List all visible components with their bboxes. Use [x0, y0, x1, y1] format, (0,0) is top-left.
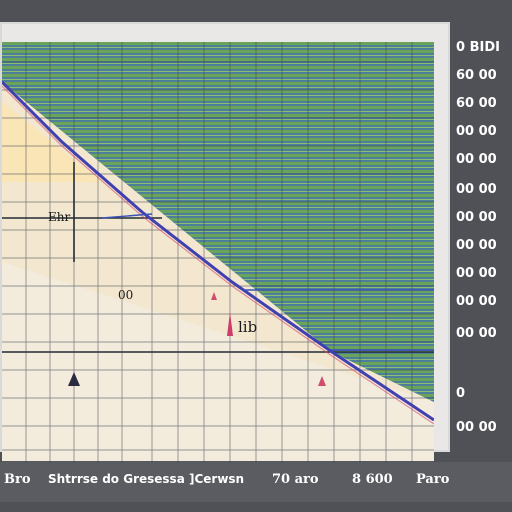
value-label[interactable]: 8 600 — [352, 472, 393, 487]
mid-label[interactable]: 70 aro — [272, 472, 319, 487]
app-frame: Ehr 00 lib 0 BIDI 60 00 60 00 00 00 00 0… — [0, 0, 512, 512]
axis-tick-label: 0 — [456, 386, 466, 401]
marker-label: 00 — [118, 288, 134, 302]
axis-tick-label: 00 00 — [456, 152, 497, 167]
marker-label: Ehr — [48, 210, 71, 224]
axis-tick-label: 00 00 — [456, 266, 497, 281]
axis-tick-label: 00 00 — [456, 326, 497, 341]
right-axis: 0 BIDI 60 00 60 00 00 00 00 00 00 00 00 … — [450, 22, 512, 452]
right-label[interactable]: Paro — [416, 472, 449, 487]
marker-label: lib — [238, 318, 258, 336]
left-label[interactable]: Bro — [4, 472, 31, 487]
axis-top-label: 0 BIDI — [456, 40, 500, 55]
axis-tick-label: 00 00 — [456, 182, 497, 197]
plot-window: Ehr 00 lib — [0, 22, 450, 464]
center-label[interactable]: Shtrrse do Gresessa ]Cerwsn — [48, 472, 244, 486]
bottom-toolbar: Bro Shtrrse do Gresessa ]Cerwsn 70 aro 8… — [0, 462, 512, 502]
axis-tick-label: 00 00 — [456, 420, 497, 435]
axis-tick-label: 60 00 — [456, 68, 497, 83]
plot-area[interactable] — [2, 42, 434, 464]
axis-tick-label: 00 00 — [456, 210, 497, 225]
axis-tick-label: 00 00 — [456, 294, 497, 309]
axis-tick-label: 00 00 — [456, 238, 497, 253]
axis-tick-label: 00 00 — [456, 124, 497, 139]
axis-tick-label: 60 00 — [456, 96, 497, 111]
